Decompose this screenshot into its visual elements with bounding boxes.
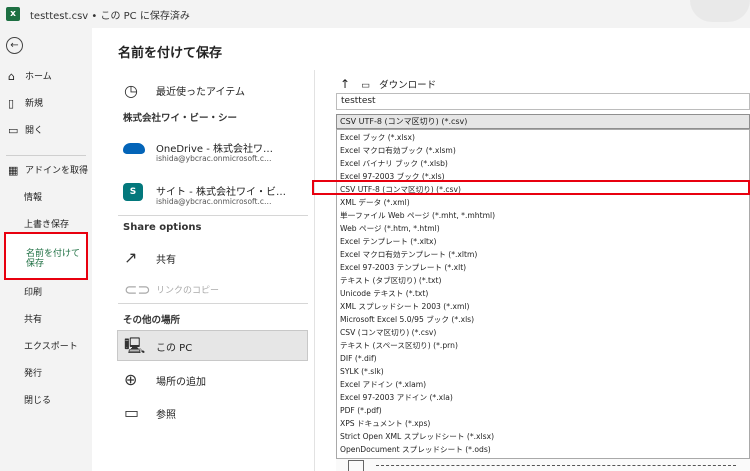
copy-link-label: リンクのコピー [156, 286, 220, 296]
share-arrow-icon: ↗ [124, 248, 138, 267]
page-title: 名前を付けて保存 [118, 46, 223, 61]
highlight-box-csv-utf8 [312, 180, 750, 195]
location-add-place[interactable]: ⊕ 場所の追加 [118, 365, 308, 395]
clock-icon: ◷ [124, 81, 138, 100]
filetype-option[interactable]: Excel 97-2003 アドイン (*.xla) [340, 391, 453, 404]
site-title: サイト - 株式会社ワイ・ビ… [156, 187, 286, 198]
site-email: ishida@ybcrac.onmicrosoft.c… [156, 197, 272, 206]
location-site[interactable]: サイト - 株式会社ワイ・ビ… ishida@ybcrac.onmicrosof… [118, 180, 308, 210]
location-browse[interactable]: ▭ 参照 [118, 398, 308, 428]
nav-save-as[interactable]: 名前を付けて保存 [4, 232, 88, 280]
file-list-row[interactable] [336, 459, 750, 471]
filetype-option[interactable]: XML データ (*.xml) [340, 196, 410, 209]
back-arrow-icon[interactable]: ← [6, 37, 23, 54]
title-decoration [690, 0, 750, 22]
up-arrow-icon[interactable]: ↑ [340, 77, 350, 91]
nav-home-label: ホーム [25, 72, 52, 82]
sharepoint-site-icon: S [123, 183, 143, 201]
folder-small-icon: ▭ [361, 80, 371, 91]
location-copy-link[interactable]: ⊂⊃ リンクのコピー [118, 275, 308, 305]
filetype-option[interactable]: XPS ドキュメント (*.xps) [340, 417, 430, 430]
location-recent[interactable]: ◷ 最近使ったアイテム [118, 76, 308, 106]
folder-icon: ▭ [124, 403, 140, 422]
section-divider [118, 215, 308, 216]
filetype-option[interactable]: テキスト (スペース区切り) (*.prn) [340, 339, 458, 352]
nav-save-as-label: 名前を付けて保存 [26, 249, 81, 269]
file-list-trail [376, 465, 736, 467]
nav-new-label: 新規 [25, 99, 44, 109]
filetype-option[interactable]: Unicode テキスト (*.txt) [340, 287, 428, 300]
section-divider [118, 303, 308, 304]
org-heading: 株式会社ワイ・ビー・シー [123, 113, 238, 124]
filetype-dropdown-list: Excel ブック (*.xlsx) Excel マクロ有効ブック (*.xls… [336, 129, 750, 459]
filetype-option[interactable]: SYLK (*.slk) [340, 365, 384, 378]
computer-icon: 🖳 [124, 336, 146, 355]
filename-input[interactable]: testtest [336, 93, 750, 110]
filetype-option[interactable]: Excel 97-2003 テンプレート (*.xlt) [340, 261, 466, 274]
nav-publish[interactable]: 発行 [24, 369, 42, 380]
filetype-option[interactable]: XML スプレッドシート 2003 (*.xml) [340, 300, 469, 313]
filetype-option[interactable]: 単一ファイル Web ページ (*.mht, *.mhtml) [340, 209, 495, 222]
folder-icon [348, 460, 364, 471]
excel-icon: x [6, 7, 20, 21]
filetype-option[interactable]: PDF (*.pdf) [340, 404, 382, 417]
filetype-option[interactable]: CSV (コンマ区切り) (*.csv) [340, 326, 436, 339]
share-heading: Share options [123, 222, 202, 233]
nav-get-addins-label: アドインを取得 [25, 166, 89, 176]
onedrive-title: OneDrive - 株式会社ワ… [156, 144, 273, 155]
other-places-heading: その他の場所 [123, 315, 181, 326]
browse-label: 参照 [156, 410, 176, 421]
filetype-option[interactable]: Web ページ (*.htm, *.html) [340, 222, 440, 235]
nav-export[interactable]: エクスポート [24, 342, 78, 353]
link-icon: ⊂⊃ [124, 280, 151, 299]
add-place-label: 場所の追加 [156, 377, 206, 388]
filetype-option[interactable]: Strict Open XML スプレッドシート (*.xlsx) [340, 430, 494, 443]
filetype-option[interactable]: Microsoft Excel 5.0/95 ブック (*.xls) [340, 313, 474, 326]
filetype-option[interactable]: OpenDocument スプレッドシート (*.ods) [340, 443, 491, 456]
location-recent-label: 最近使ったアイテム [156, 87, 245, 98]
this-pc-label: この PC [156, 343, 193, 354]
home-icon: ⌂ [8, 70, 15, 83]
filetype-option[interactable]: Excel マクロ有効ブック (*.xlsm) [340, 144, 456, 157]
filetype-select[interactable]: CSV UTF-8 (コンマ区切り) (*.csv) [336, 114, 750, 129]
filetype-option[interactable]: Excel バイナリ ブック (*.xlsb) [340, 157, 448, 170]
nav-divider [6, 155, 86, 156]
filetype-option[interactable]: Excel テンプレート (*.xltx) [340, 235, 437, 248]
pane-divider [314, 70, 315, 471]
nav-close[interactable]: 閉じる [24, 396, 51, 407]
nav-info[interactable]: 情報 [24, 193, 42, 204]
new-document-icon: ▯ [8, 97, 15, 110]
filetype-option[interactable]: テキスト (タブ区切り) (*.txt) [340, 274, 441, 287]
nav-print[interactable]: 印刷 [24, 288, 42, 299]
filetype-option[interactable]: Excel ブック (*.xlsx) [340, 131, 415, 144]
addins-grid-icon: ▦ [8, 164, 19, 177]
filetype-option[interactable]: Excel マクロ有効テンプレート (*.xltm) [340, 248, 477, 261]
onedrive-email: ishida@ybcrac.onmicrosoft.c… [156, 154, 272, 163]
folder-open-icon: ▭ [8, 124, 19, 137]
location-onedrive[interactable]: OneDrive - 株式会社ワ… ishida@ybcrac.onmicros… [118, 137, 308, 167]
nav-share[interactable]: 共有 [24, 315, 42, 326]
share-label: 共有 [156, 255, 176, 266]
window-title: testtest.csv • この PC に保存済み [30, 11, 190, 22]
onedrive-cloud-icon [123, 143, 145, 154]
location-this-pc[interactable]: 🖳 この PC [118, 331, 308, 361]
globe-add-icon: ⊕ [124, 370, 138, 389]
filetype-option[interactable]: Excel アドイン (*.xlam) [340, 378, 426, 391]
filetype-option[interactable]: DIF (*.dif) [340, 352, 377, 365]
title-bar: x testtest.csv • この PC に保存済み [0, 0, 750, 28]
breadcrumb: ↑ ▭ ダウンロード [340, 77, 436, 91]
location-share[interactable]: ↗ 共有 [118, 243, 308, 273]
nav-open-label: 開く [25, 126, 44, 136]
breadcrumb-folder[interactable]: ダウンロード [379, 80, 436, 91]
nav-save[interactable]: 上書き保存 [24, 220, 69, 231]
